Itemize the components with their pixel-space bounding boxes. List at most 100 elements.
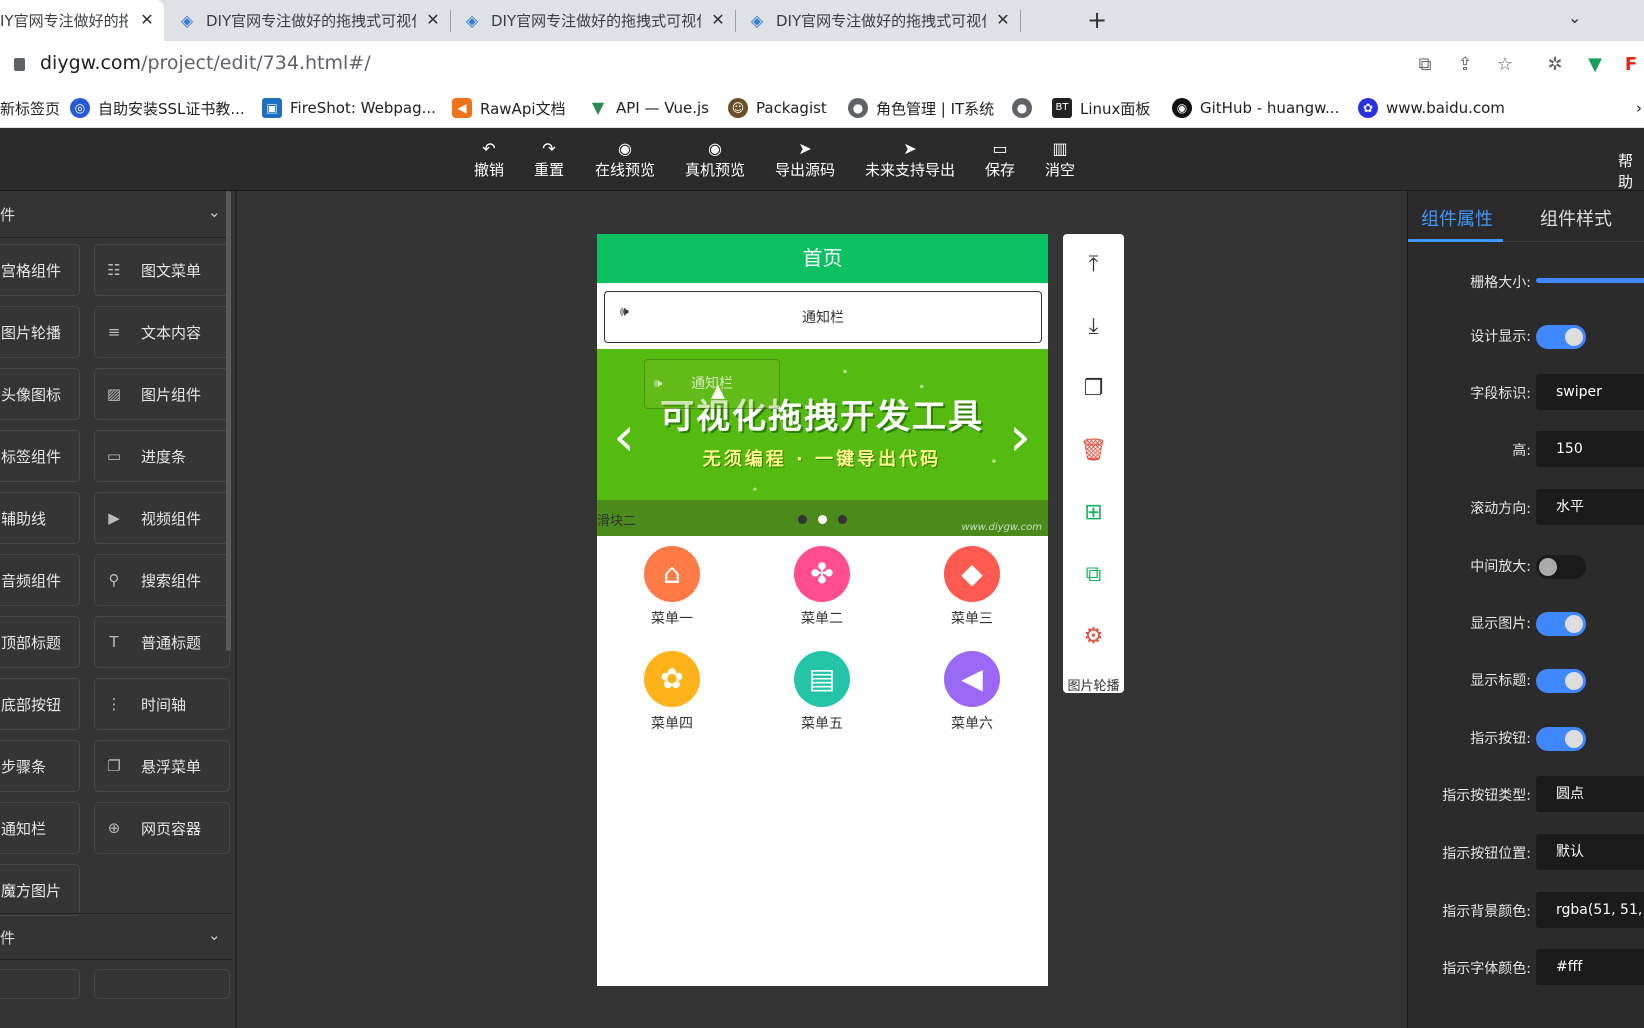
component-item[interactable]: 图片轮播 — [0, 306, 80, 358]
chevron-left-icon[interactable]: ‹ — [609, 407, 639, 467]
bookmark-github[interactable]: ◉ GitHub - huangw... — [1172, 97, 1339, 119]
indicator-type-select[interactable]: 圆点 — [1536, 776, 1644, 812]
future-export-button[interactable]: ➤ 未来支持导出 — [865, 139, 955, 180]
lock-icon[interactable] — [14, 58, 25, 71]
component-item-partial[interactable] — [0, 969, 80, 999]
height-input[interactable]: 150 — [1536, 431, 1644, 467]
component-item[interactable]: ⚲ 搜索组件 — [94, 554, 230, 606]
components-section-header[interactable]: 件 ⌄ — [0, 191, 232, 238]
star-icon[interactable]: ☆ — [1494, 54, 1516, 76]
save-button[interactable]: ▭ 保存 — [985, 139, 1015, 180]
menu-item-6[interactable]: ◀ 菜单六 — [932, 651, 1012, 733]
share-icon[interactable]: ⇪ — [1454, 54, 1476, 76]
copy-icon[interactable]: ❐ — [1063, 369, 1124, 409]
menu-item-3[interactable]: ◆ 菜单三 — [932, 546, 1012, 628]
move-down-icon[interactable]: ⤓ — [1063, 307, 1124, 347]
bookmark-fireshot[interactable]: ▣ FireShot: Webpag... — [262, 97, 436, 119]
grid-size-slider[interactable] — [1536, 278, 1644, 283]
browser-tab-1[interactable]: IY官网专注做好的拖拽式可视化 ✕ — [0, 0, 164, 41]
component-item[interactable]: 宫格组件 — [0, 244, 80, 296]
bookmark-baidu[interactable]: ✿ www.baidu.com — [1358, 97, 1505, 119]
delete-icon[interactable]: 🗑 — [1063, 431, 1124, 471]
phone-nav-title[interactable]: 首页 — [597, 234, 1048, 283]
export-code-button[interactable]: ➤ 导出源码 — [775, 139, 835, 180]
component-item[interactable]: 顶部标题 — [0, 616, 80, 668]
component-item[interactable]: ≡ 文本内容 — [94, 306, 230, 358]
component-item[interactable]: ⊕ 网页容器 — [94, 802, 230, 854]
new-tab-plus-icon[interactable]: + — [1084, 7, 1110, 33]
component-item[interactable]: ▨ 图片组件 — [94, 368, 230, 420]
url-field[interactable]: diygw.com/project/edit/734.html#/ — [40, 52, 371, 74]
notice-bar[interactable]: 🕪 通知栏 — [604, 291, 1042, 343]
field-id-input[interactable]: swiper — [1536, 374, 1644, 410]
scroll-direction-select[interactable]: 水平 — [1536, 489, 1644, 525]
swiper-dot[interactable] — [838, 515, 847, 524]
indicator-toggle[interactable] — [1536, 727, 1586, 751]
indicator-font-color-input[interactable]: #fff — [1536, 949, 1644, 985]
swiper-dot[interactable] — [798, 515, 807, 524]
indicator-position-select[interactable]: 默认 — [1536, 834, 1644, 870]
move-up-icon[interactable]: ⤒ — [1063, 245, 1124, 285]
component-item[interactable]: ☷ 图文菜单 — [94, 244, 230, 296]
online-preview-button[interactable]: ◉ 在线预览 — [595, 139, 655, 180]
component-item[interactable]: 标签组件 — [0, 430, 80, 482]
tab-component-style[interactable]: 组件样式 — [1540, 205, 1612, 231]
left-scrollbar[interactable] — [226, 191, 231, 651]
bookmark-role-manage[interactable]: ● 角色管理 | IT系统 — [848, 97, 994, 119]
menu-item-4[interactable]: ✿ 菜单四 — [632, 651, 712, 733]
translate-icon[interactable]: ⧉ — [1414, 54, 1436, 76]
component-item[interactable]: T 普通标题 — [94, 616, 230, 668]
menu-item-5[interactable]: ▤ 菜单五 — [782, 651, 862, 733]
bookmark-vue[interactable]: ▼ API — Vue.js — [588, 97, 709, 119]
fe-extension-icon[interactable]: F — [1620, 54, 1642, 76]
extension-gear-icon[interactable]: ✲ — [1544, 54, 1566, 76]
component-item-partial[interactable] — [94, 969, 230, 999]
chevron-right-icon[interactable]: › — [1005, 407, 1035, 467]
component-item[interactable]: ❐ 悬浮菜单 — [94, 740, 230, 792]
show-image-toggle[interactable] — [1536, 612, 1586, 636]
component-item[interactable]: 底部按钮 — [0, 678, 80, 730]
menu-item-1[interactable]: ⌂ 菜单一 — [632, 546, 712, 628]
image-swiper[interactable]: 可视化拖拽开发工具 无须编程 · 一键导出代码 ‹ › 滑块二 www.diyg… — [597, 349, 1048, 536]
center-zoom-toggle[interactable] — [1536, 555, 1586, 579]
device-preview-button[interactable]: ◉ 真机预览 — [685, 139, 745, 180]
add-file-icon[interactable]: ⊞ — [1063, 493, 1124, 533]
design-show-toggle[interactable] — [1536, 325, 1586, 349]
tab-component-attributes[interactable]: 组件属性 — [1421, 205, 1493, 231]
component-item[interactable]: 音频组件 — [0, 554, 80, 606]
clear-button[interactable]: ▥ 消空 — [1045, 139, 1075, 180]
bookmarks-overflow-icon[interactable]: › — [1636, 97, 1642, 119]
component-item[interactable]: 魔方图片 — [0, 864, 80, 916]
settings-icon[interactable]: ⚙ — [1063, 617, 1124, 657]
bookmark-globe[interactable]: ● — [1012, 97, 1040, 119]
close-icon[interactable]: ✕ — [424, 11, 442, 29]
help-link[interactable]: 帮助 — [1618, 150, 1644, 192]
duplicate-icon[interactable]: ⧉ — [1063, 555, 1124, 595]
menu-item-2[interactable]: ✤ 菜单二 — [782, 546, 862, 628]
components-section-header-2[interactable]: 件 ⌄ — [0, 913, 232, 960]
bookmark-packagist[interactable]: ☺ Packagist — [728, 97, 827, 119]
show-title-toggle[interactable] — [1536, 669, 1586, 693]
swiper-dot-active[interactable] — [818, 515, 827, 524]
close-icon[interactable]: ✕ — [709, 11, 727, 29]
component-item[interactable]: ▭ 进度条 — [94, 430, 230, 482]
close-icon[interactable]: ✕ — [994, 11, 1012, 29]
bookmark-newtab[interactable]: 新标签页 — [0, 97, 60, 119]
component-item[interactable]: 步骤条 — [0, 740, 80, 792]
bookmark-rawapi[interactable]: ◀ RawApi文档 — [452, 97, 566, 119]
component-item[interactable]: 头像图标 — [0, 368, 80, 420]
component-item[interactable]: ⋮ 时间轴 — [94, 678, 230, 730]
browser-tab-2[interactable]: ◈ DIY官网专注做好的拖拽式可视化 ✕ — [178, 0, 450, 41]
vue-extension-icon[interactable]: ▼ — [1584, 54, 1606, 76]
indicator-bg-color-input[interactable]: rgba(51, 51, 51 — [1536, 892, 1644, 928]
component-item[interactable]: 通知栏 — [0, 802, 80, 854]
browser-tab-4[interactable]: ◈ DIY官网专注做好的拖拽式可视化 ✕ — [748, 0, 1020, 41]
undo-button[interactable]: ↶ 撤销 — [474, 139, 504, 180]
redo-button[interactable]: ↷ 重置 — [534, 139, 564, 180]
component-item[interactable]: ▶ 视频组件 — [94, 492, 230, 544]
close-icon[interactable]: ✕ — [138, 11, 156, 29]
tab-search-chevron-icon[interactable]: ⌄ — [1568, 8, 1581, 27]
bookmark-bt[interactable]: BT Linux面板 — [1052, 97, 1150, 119]
component-item[interactable]: 辅助线 — [0, 492, 80, 544]
browser-tab-3[interactable]: ◈ DIY官网专注做好的拖拽式可视化 ✕ — [463, 0, 735, 41]
